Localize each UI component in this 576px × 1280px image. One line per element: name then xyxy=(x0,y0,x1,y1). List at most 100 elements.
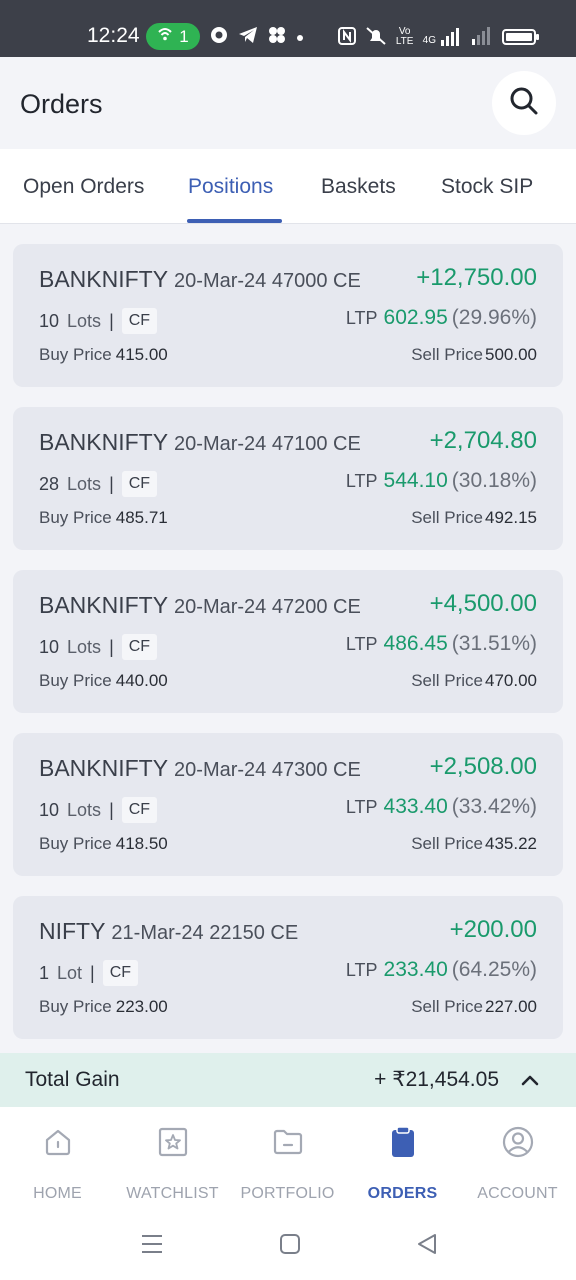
ltp-label: LTP xyxy=(345,797,378,817)
ltp-change: (64.25%) xyxy=(451,958,537,981)
nav-label: WATCHLIST xyxy=(126,1185,219,1202)
position-pnl: +12,750.00 xyxy=(416,264,537,291)
nfc-icon xyxy=(337,26,356,48)
status-time: 12:24 xyxy=(87,24,140,47)
tab-baskets[interactable]: Baskets xyxy=(321,175,396,199)
volte-icon: Vo LTE xyxy=(395,26,414,47)
search-button[interactable] xyxy=(492,71,556,135)
carry-forward-badge: CF xyxy=(121,634,158,660)
folder-icon xyxy=(230,1123,345,1161)
sell-price: 227.00 xyxy=(485,997,537,1016)
active-tab-indicator xyxy=(187,219,282,223)
chevron-up-icon[interactable] xyxy=(518,1068,542,1092)
ltp-label: LTP xyxy=(345,634,378,654)
buy-price-label: Buy Price xyxy=(39,671,112,690)
sell-price-label: Sell Price xyxy=(411,345,483,364)
position-card[interactable]: NIFTY 21-Mar-24 22150 CE +200.00 1 Lot | CF… xyxy=(13,896,563,1039)
position-contract: 20-Mar-24 47100 CE xyxy=(174,433,361,455)
tab-stock-sip[interactable]: Stock SIP xyxy=(441,175,533,199)
divider: | xyxy=(109,799,114,820)
tab-open-orders[interactable]: Open Orders xyxy=(23,175,144,199)
user-icon xyxy=(460,1123,575,1161)
home-square-icon[interactable] xyxy=(279,1233,301,1260)
divider: | xyxy=(109,310,114,331)
position-contract: 20-Mar-24 47300 CE xyxy=(174,759,361,781)
buy-price-label: Buy Price xyxy=(39,345,112,364)
4g-signal-icon: 4G xyxy=(423,28,462,46)
position-symbol: BANKNIFTY xyxy=(39,592,168,618)
chrome-icon xyxy=(210,26,228,49)
position-contract: 21-Mar-24 22150 CE xyxy=(111,922,299,944)
position-card[interactable]: BANKNIFTY 20-Mar-24 47300 CE +2,508.00 1… xyxy=(13,733,563,876)
home-icon xyxy=(0,1123,115,1161)
system-nav-bar xyxy=(0,1211,576,1280)
telegram-icon xyxy=(238,26,258,49)
ltp-label: LTP xyxy=(345,471,378,491)
dot-icon xyxy=(296,27,304,47)
nav-account[interactable]: ACCOUNT xyxy=(460,1123,575,1203)
sell-price: 492.15 xyxy=(485,508,537,527)
hotspot-pill: 1 xyxy=(146,23,200,50)
position-card[interactable]: BANKNIFTY 20-Mar-24 47200 CE +4,500.00 1… xyxy=(13,570,563,713)
position-card[interactable]: BANKNIFTY 20-Mar-24 47100 CE +2,704.80 2… xyxy=(13,407,563,550)
nav-label: HOME xyxy=(33,1185,82,1202)
position-qty-unit: Lots xyxy=(67,636,102,657)
position-symbol: NIFTY xyxy=(39,918,106,944)
page-header: Orders xyxy=(0,57,576,147)
total-gain-value: + ₹21,454.05 xyxy=(374,1068,499,1091)
ltp-label: LTP xyxy=(345,308,378,328)
position-qty: 28 xyxy=(39,473,60,494)
total-gain-bar[interactable]: Total Gain + ₹21,454.05 xyxy=(0,1053,576,1107)
ltp-value: 233.40 xyxy=(383,958,448,981)
ltp-value: 433.40 xyxy=(383,795,448,818)
net-label: 4G xyxy=(422,35,436,46)
buy-price: 440.00 xyxy=(115,671,168,690)
total-gain-label: Total Gain xyxy=(25,1068,120,1091)
page-title: Orders xyxy=(20,89,103,119)
ltp-change: (31.51%) xyxy=(451,632,537,655)
hotspot-count: 1 xyxy=(179,26,189,46)
carry-forward-badge: CF xyxy=(121,471,158,497)
divider: | xyxy=(109,636,114,657)
sell-price: 470.00 xyxy=(485,671,537,690)
buy-price: 485.71 xyxy=(115,508,168,527)
ltp-value: 602.95 xyxy=(383,306,448,329)
menu-icon[interactable] xyxy=(141,1233,163,1260)
position-qty: 10 xyxy=(39,799,60,820)
buy-price: 418.50 xyxy=(115,834,168,853)
battery-icon xyxy=(502,29,539,45)
position-card[interactable]: BANKNIFTY 20-Mar-24 47000 CE +12,750.00 … xyxy=(13,244,563,387)
buy-price-label: Buy Price xyxy=(39,997,112,1016)
carry-forward-badge: CF xyxy=(102,960,139,986)
clipboard-icon xyxy=(345,1123,460,1161)
back-icon[interactable] xyxy=(416,1233,438,1260)
position-pnl: +2,704.80 xyxy=(429,427,537,454)
sell-price-label: Sell Price xyxy=(411,671,483,690)
ltp-change: (29.96%) xyxy=(451,306,537,329)
nav-label: ACCOUNT xyxy=(477,1185,558,1202)
nav-portfolio[interactable]: PORTFOLIO xyxy=(230,1123,345,1203)
position-pnl: +200.00 xyxy=(449,916,537,943)
nav-watchlist[interactable]: WATCHLIST xyxy=(115,1123,230,1203)
position-qty-unit: Lots xyxy=(67,799,102,820)
carry-forward-badge: CF xyxy=(121,308,158,334)
mute-icon xyxy=(365,26,387,49)
bottom-nav: HOME WATCHLIST PORTFOLIO ORDERS ACCOUNT xyxy=(0,1107,576,1211)
nav-home[interactable]: HOME xyxy=(0,1123,115,1203)
buy-price-label: Buy Price xyxy=(39,508,112,527)
ltp-value: 544.10 xyxy=(383,469,448,492)
divider: | xyxy=(109,473,114,494)
status-bar: 12:24 1 Vo LTE 4G xyxy=(0,0,576,57)
sell-price-label: Sell Price xyxy=(411,834,483,853)
position-qty: 10 xyxy=(39,636,60,657)
position-qty-unit: Lots xyxy=(67,473,102,494)
sell-price-label: Sell Price xyxy=(411,997,483,1016)
buy-price: 415.00 xyxy=(115,345,168,364)
sell-price: 500.00 xyxy=(485,345,537,364)
position-pnl: +4,500.00 xyxy=(429,590,537,617)
nav-orders[interactable]: ORDERS xyxy=(345,1123,460,1203)
ltp-change: (33.42%) xyxy=(451,795,537,818)
position-pnl: +2,508.00 xyxy=(429,753,537,780)
tab-positions[interactable]: Positions xyxy=(188,175,273,199)
nav-label: ORDERS xyxy=(367,1185,438,1202)
